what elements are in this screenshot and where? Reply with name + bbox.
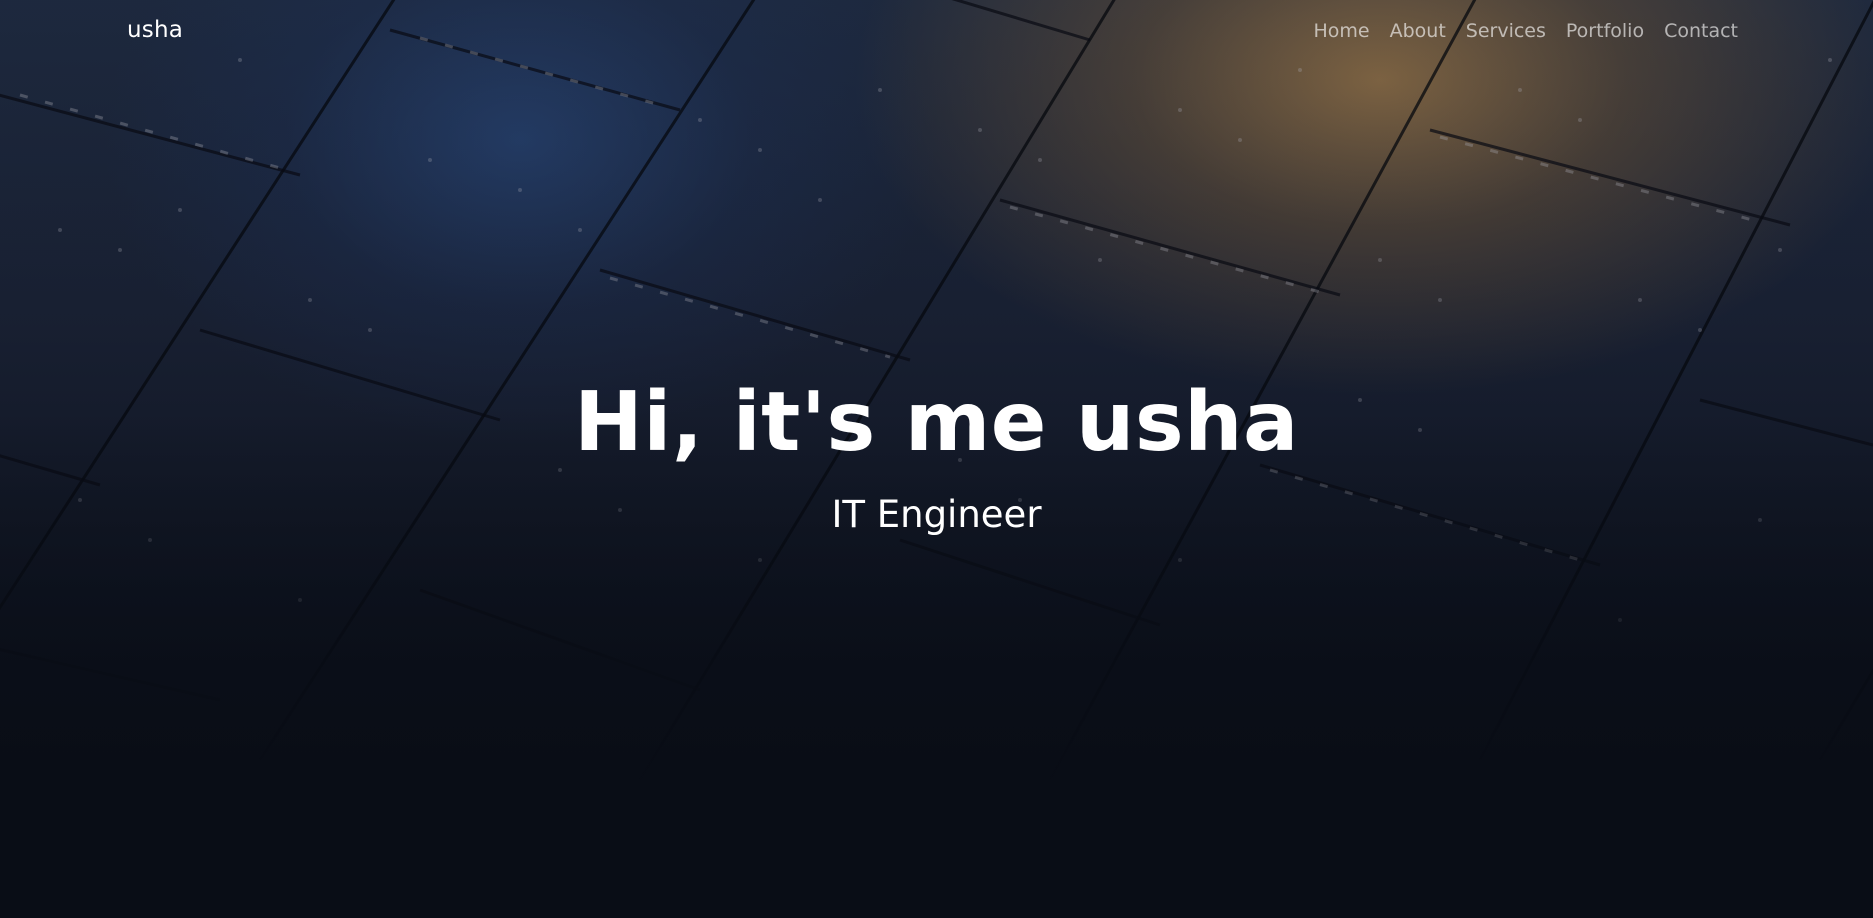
nav-link-about[interactable]: About <box>1390 20 1446 42</box>
nav-links: Home About Services Portfolio Contact <box>1313 20 1738 42</box>
brand-logo-link[interactable]: usha <box>127 17 183 43</box>
nav-link-home[interactable]: Home <box>1313 20 1369 42</box>
hero-title: Hi, it's me usha <box>574 375 1299 470</box>
hero-section: usha Home About Services Portfolio Conta… <box>0 0 1873 918</box>
nav-link-services[interactable]: Services <box>1466 20 1546 42</box>
nav-link-portfolio[interactable]: Portfolio <box>1566 20 1644 42</box>
hero-content: Hi, it's me usha IT Engineer <box>0 375 1873 537</box>
hero-subtitle: IT Engineer <box>831 493 1042 536</box>
nav-link-contact[interactable]: Contact <box>1664 20 1738 42</box>
top-navbar: usha Home About Services Portfolio Conta… <box>0 0 1873 66</box>
